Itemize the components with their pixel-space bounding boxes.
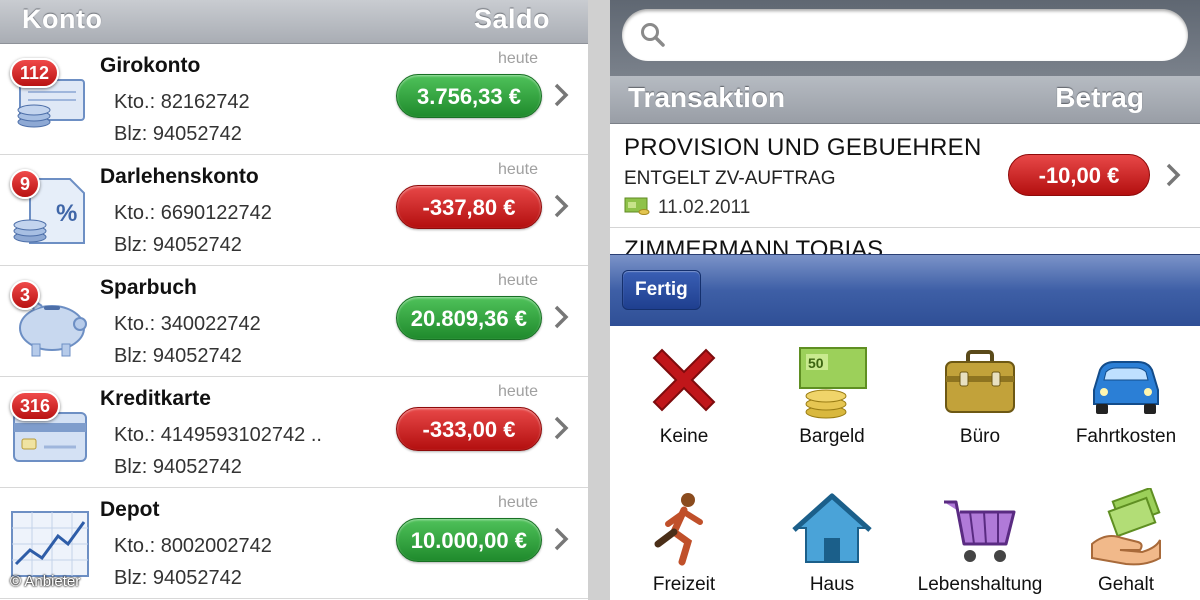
transaction-row-partial[interactable]: ZIMMERMANN TOBIAS xyxy=(610,228,1200,254)
header-betrag: Betrag xyxy=(1055,82,1144,113)
account-row-depot[interactable]: Depot Kto.: 8002002742 Blz: 94052742 heu… xyxy=(0,488,588,599)
category-buero[interactable]: Büro xyxy=(906,326,1054,456)
cash-category-icon xyxy=(624,197,650,215)
balance-date: heute xyxy=(497,50,538,67)
transaction-title: PROVISION UND GEBUEHREN xyxy=(624,134,982,161)
balance-pill: -333,00 € xyxy=(396,407,542,451)
transaction-title: ZIMMERMANN TOBIAS xyxy=(624,236,884,254)
account-name: Depot xyxy=(100,498,160,521)
account-row-darlehenskonto[interactable]: % 9 Darlehenskonto Kto.: 6690122742 Blz:… xyxy=(0,155,588,266)
bank-code: Blz: 94052742 xyxy=(114,123,242,145)
cash-icon: 50 xyxy=(799,347,867,419)
transaction-subtitle: ENTGELT ZV-AUFTRAG xyxy=(624,168,836,189)
category-lebenshaltung[interactable]: Lebenshaltung xyxy=(906,474,1054,600)
account-number: Kto.: 8002002742 xyxy=(114,535,272,557)
category-label: Bargeld xyxy=(799,426,865,447)
account-number: Kto.: 4149593102742 .. xyxy=(114,424,322,446)
image-credit: © Anbieter xyxy=(10,573,81,590)
balance-pill: 20.809,36 € xyxy=(395,296,542,340)
account-row-girokonto[interactable]: 112 Girokonto Kto.: 82162742 Blz: 940527… xyxy=(0,44,588,155)
category-label: Lebenshaltung xyxy=(917,574,1043,595)
account-row-sparbuch[interactable]: 3 Sparbuch Kto.: 340022742 Blz: 94052742… xyxy=(0,266,588,377)
chevron-right-icon[interactable] xyxy=(552,82,570,108)
search-field[interactable] xyxy=(622,9,1188,61)
account-name: Girokonto xyxy=(100,54,201,77)
header-transaktion: Transaktion xyxy=(628,82,786,113)
transactions-panel: Transaktion Betrag PROVISION UND GEBUEHR… xyxy=(610,0,1200,600)
chevron-right-icon[interactable] xyxy=(552,193,570,219)
briefcase-icon xyxy=(945,350,1015,413)
balance-date: heute xyxy=(497,383,538,400)
transaction-amount-pill: -10,00 € xyxy=(1008,154,1150,196)
account-number: Kto.: 82162742 xyxy=(114,91,250,113)
chevron-right-icon[interactable] xyxy=(1164,162,1182,188)
picker-toolbar: Fertig xyxy=(610,254,1200,326)
transaction-row[interactable]: PROVISION UND GEBUEHREN ENTGELT ZV-AUFTR… xyxy=(610,124,1200,228)
search-icon xyxy=(641,23,665,47)
search-bar xyxy=(610,0,1200,76)
balance-pill: 3.756,33 € xyxy=(396,74,542,118)
screenshot-root: Konto Saldo 112 Girokonto Kto.: 82162742… xyxy=(0,0,1200,600)
svg-text:%: % xyxy=(56,200,77,227)
category-bargeld[interactable]: 50 Bargeld xyxy=(758,326,906,456)
balance-date: heute xyxy=(497,494,538,511)
badge-count: 112 xyxy=(10,58,60,88)
shopping-cart-icon xyxy=(944,500,1016,562)
badge-count: 9 xyxy=(10,169,41,199)
category-fahrtkosten[interactable]: Fahrtkosten xyxy=(1052,326,1200,456)
accounts-header: Konto Saldo xyxy=(0,0,588,44)
category-label: Freizeit xyxy=(652,574,716,595)
running-man-icon xyxy=(654,493,703,566)
category-gehalt[interactable]: Gehalt xyxy=(1052,474,1200,600)
category-label: Gehalt xyxy=(1098,574,1154,595)
bank-code: Blz: 94052742 xyxy=(114,345,242,367)
account-name: Darlehenskonto xyxy=(100,165,259,188)
category-keine[interactable]: Keine xyxy=(610,326,758,456)
header-konto: Konto xyxy=(22,4,103,34)
bank-code: Blz: 94052742 xyxy=(114,234,242,256)
account-name: Kreditkarte xyxy=(100,387,211,410)
balance-pill: 10.000,00 € xyxy=(395,518,542,562)
transactions-header: Transaktion Betrag xyxy=(610,76,1200,124)
accounts-panel: Konto Saldo 112 Girokonto Kto.: 82162742… xyxy=(0,0,588,600)
header-saldo: Saldo xyxy=(473,4,550,34)
done-button[interactable]: Fertig xyxy=(622,270,701,310)
chevron-right-icon[interactable] xyxy=(552,526,570,552)
bank-code: Blz: 94052742 xyxy=(114,567,242,589)
bank-code: Blz: 94052742 xyxy=(114,456,242,478)
badge-count: 316 xyxy=(10,391,61,421)
account-name: Sparbuch xyxy=(100,276,197,299)
chevron-right-icon[interactable] xyxy=(552,304,570,330)
balance-pill: -337,80 € xyxy=(396,185,542,229)
search-input[interactable] xyxy=(678,17,1168,53)
balance-date: heute xyxy=(497,161,538,178)
balance-date: heute xyxy=(497,272,538,289)
car-icon xyxy=(1093,361,1159,414)
account-number: Kto.: 6690122742 xyxy=(114,202,272,224)
category-label: Büro xyxy=(959,426,1001,447)
svg-text:50: 50 xyxy=(808,355,824,371)
category-haus[interactable]: Haus xyxy=(758,474,906,600)
category-label: Keine xyxy=(659,426,709,447)
transaction-date: 11.02.2011 xyxy=(658,197,751,218)
category-label: Fahrtkosten xyxy=(1075,426,1177,447)
category-picker: Keine 50 Bargeld Büro Fahrtkosten Freize… xyxy=(610,326,1200,600)
salary-hand-icon xyxy=(1091,488,1161,566)
house-icon xyxy=(792,493,872,563)
red-x-icon xyxy=(652,348,716,412)
category-label: Haus xyxy=(809,574,855,595)
category-freizeit[interactable]: Freizeit xyxy=(610,474,758,600)
badge-count: 3 xyxy=(10,280,41,310)
account-number: Kto.: 340022742 xyxy=(114,313,261,335)
account-row-kreditkarte[interactable]: 316 Kreditkarte Kto.: 4149593102742 .. B… xyxy=(0,377,588,488)
chevron-right-icon[interactable] xyxy=(552,415,570,441)
